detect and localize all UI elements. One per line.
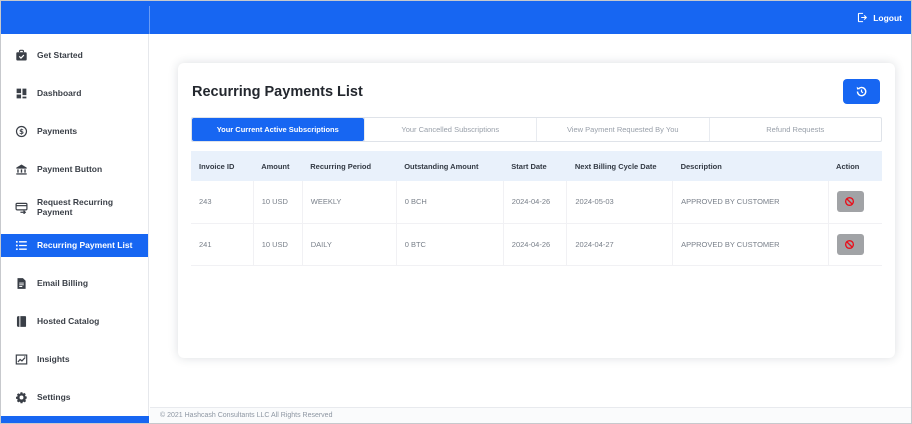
sidebar-item-label: Hosted Catalog <box>37 315 100 326</box>
cell-start-date: 2024-04-26 <box>503 223 568 266</box>
column-header-next-billing-cycle-date: Next Billing Cycle Date <box>566 151 673 181</box>
column-header-action: Action <box>828 151 882 181</box>
cell-next-billing-cycle-date: 2024-05-03 <box>566 181 674 224</box>
column-header-start-date: Start Date <box>503 151 567 181</box>
cell-action <box>828 181 882 224</box>
cancel-subscription-button[interactable] <box>836 191 864 213</box>
sidebar-item-label: Recurring Payment List <box>37 239 133 250</box>
sidebar-item-request-recurring-payment[interactable]: Request Recurring Payment <box>1 188 148 226</box>
sidebar-item-hosted-catalog[interactable]: Hosted Catalog <box>1 302 148 340</box>
list-icon <box>15 239 28 252</box>
tab-view-payment-requested[interactable]: View Payment Requested By You <box>536 118 709 141</box>
sidebar-item-insights[interactable]: Insights <box>1 340 148 378</box>
ban-icon <box>844 239 857 250</box>
sidebar-item-label: Dashboard <box>37 87 82 98</box>
bank-icon <box>15 163 28 176</box>
clipboard-check-icon <box>15 49 28 62</box>
sidebar-item-label: Payment Button <box>37 163 103 174</box>
card-header: Recurring Payments List <box>178 63 895 117</box>
dollar-circle-icon: $ <box>15 125 28 138</box>
footer: © 2021 Hashcash Consultants LLC All Righ… <box>150 407 911 423</box>
history-button[interactable] <box>843 79 880 104</box>
sidebar-item-label: Email Billing <box>37 277 89 288</box>
sidebar-item-recurring-payment-list[interactable]: Recurring Payment List <box>1 226 148 264</box>
main-content: Recurring Payments List Your Current Act… <box>150 34 911 407</box>
logout-icon <box>857 12 870 23</box>
cell-description: APPROVED BY CUSTOMER <box>672 181 829 224</box>
topbar-divider <box>149 6 150 34</box>
table-header-row: Invoice ID Amount Recurring Period Outst… <box>191 151 882 181</box>
sidebar-item-dashboard[interactable]: Dashboard <box>1 74 148 112</box>
copyright-text: © 2021 Hashcash Consultants LLC All Righ… <box>160 412 333 419</box>
book-icon <box>15 315 28 328</box>
document-icon <box>15 277 28 290</box>
sidebar-item-settings[interactable]: Settings <box>1 378 148 416</box>
tab-bar: Your Current Active Subscriptions Your C… <box>191 117 882 142</box>
cancel-subscription-button[interactable] <box>836 233 864 255</box>
sidebar: Get Started Dashboard $ Payments Payment… <box>1 34 149 416</box>
ban-icon <box>844 196 857 207</box>
gear-icon <box>15 391 28 404</box>
sidebar-item-get-started[interactable]: Get Started <box>1 36 148 74</box>
page-title: Recurring Payments List <box>192 83 363 100</box>
tab-cancelled-subscriptions[interactable]: Your Cancelled Subscriptions <box>363 118 537 141</box>
cell-outstanding-amount: 0 BCH <box>396 181 504 224</box>
column-header-recurring-period: Recurring Period <box>302 151 397 181</box>
table-row: 243 10 USD WEEKLY 0 BCH 2024-04-26 2024-… <box>191 181 882 224</box>
tab-current-active-subscriptions[interactable]: Your Current Active Subscriptions <box>192 118 364 141</box>
cell-outstanding-amount: 0 BTC <box>396 223 504 266</box>
column-header-outstanding-amount: Outstanding Amount <box>396 151 504 181</box>
cell-next-billing-cycle-date: 2024-04-27 <box>566 223 674 266</box>
sidebar-item-email-billing[interactable]: Email Billing <box>1 264 148 302</box>
cell-amount: 10 USD <box>253 181 303 224</box>
history-icon <box>855 85 868 98</box>
sidebar-item-label: Settings <box>37 391 71 402</box>
logout-label: Logout <box>873 12 902 23</box>
sidebar-item-label: Request Recurring Payment <box>37 196 114 217</box>
column-header-description: Description <box>672 151 829 181</box>
column-header-amount: Amount <box>253 151 303 181</box>
tab-refund-requests[interactable]: Refund Requests <box>708 118 882 141</box>
svg-text:$: $ <box>19 127 24 135</box>
sidebar-item-label: Payments <box>37 125 78 136</box>
cell-amount: 10 USD <box>253 223 303 266</box>
table-row: 241 10 USD DAILY 0 BTC 2024-04-26 2024-0… <box>191 223 882 266</box>
cell-description: APPROVED BY CUSTOMER <box>672 223 829 266</box>
cell-recurring-period: DAILY <box>302 223 397 266</box>
cell-recurring-period: WEEKLY <box>302 181 397 224</box>
grid-icon <box>15 87 28 100</box>
cell-start-date: 2024-04-26 <box>503 181 568 224</box>
sidebar-bottom-accent <box>1 416 149 423</box>
topbar: Logout <box>1 1 911 34</box>
recurring-payments-card: Recurring Payments List Your Current Act… <box>178 63 895 358</box>
cell-invoice-id: 241 <box>191 223 254 266</box>
cell-invoice-id: 243 <box>191 181 254 224</box>
logout-button[interactable]: Logout <box>857 12 902 23</box>
cell-action <box>828 223 882 266</box>
app-window: Logout Get Started Dashboard $ Payments … <box>0 0 912 424</box>
subscriptions-table: Invoice ID Amount Recurring Period Outst… <box>191 151 882 266</box>
sidebar-item-payments[interactable]: $ Payments <box>1 112 148 150</box>
sidebar-item-payment-button[interactable]: Payment Button <box>1 150 148 188</box>
sidebar-item-label: Insights <box>37 353 70 364</box>
chart-icon <box>15 353 28 366</box>
card-arrow-icon <box>15 201 28 214</box>
sidebar-item-label: Get Started <box>37 49 83 60</box>
column-header-invoice-id: Invoice ID <box>191 151 254 181</box>
